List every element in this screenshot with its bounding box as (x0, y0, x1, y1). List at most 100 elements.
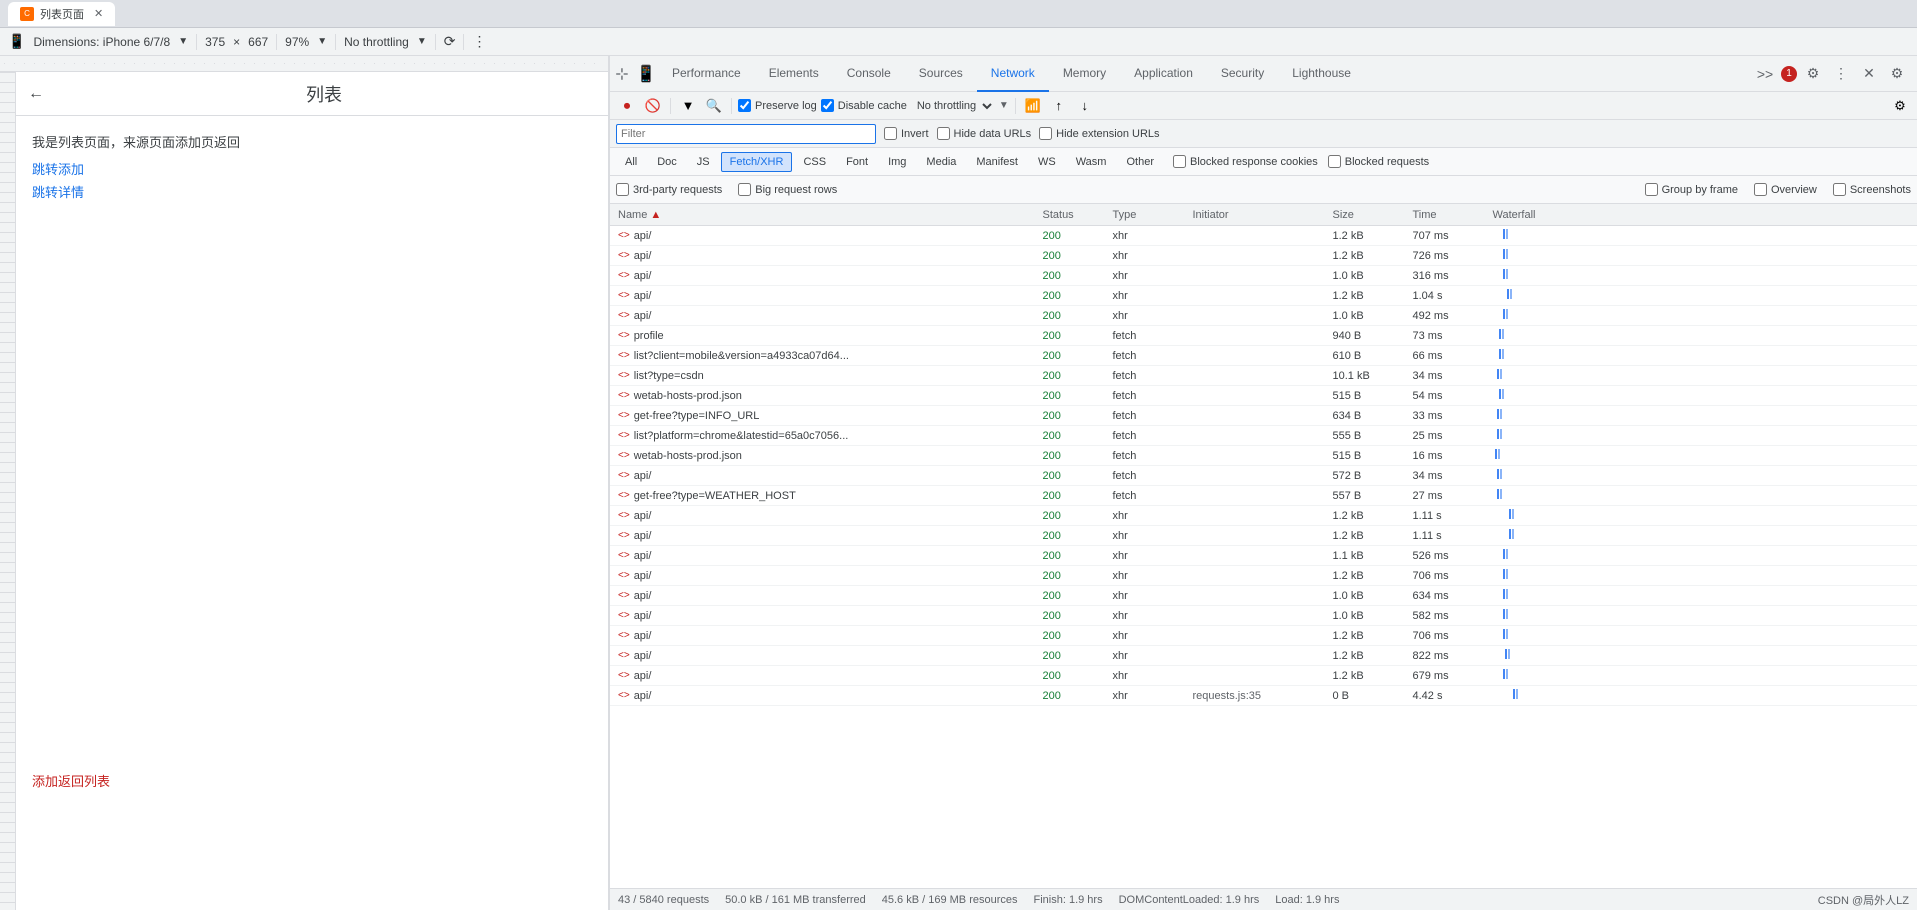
group-frame-checkbox[interactable]: Group by frame (1645, 183, 1738, 196)
header-status[interactable]: Status (1039, 209, 1109, 221)
table-row[interactable]: <> api/ 200 xhr 1.2 kB 707 ms (610, 226, 1917, 246)
table-row[interactable]: <> get-free?type=WEATHER_HOST 200 fetch … (610, 486, 1917, 506)
filter-input-wrap[interactable] (616, 124, 876, 144)
table-row[interactable]: <> api/ 200 xhr 1.0 kB 316 ms (610, 266, 1917, 286)
hide-ext-checkbox[interactable]: Hide extension URLs (1039, 127, 1159, 140)
throttle-dropdown[interactable]: No throttling Fast 3G Slow 3G (911, 99, 995, 113)
device-selector[interactable]: Dimensions: iPhone 6/7/8 (33, 35, 170, 49)
header-size[interactable]: Size (1329, 209, 1409, 221)
tab-performance[interactable]: Performance (658, 56, 755, 92)
table-row[interactable]: <> api/ 200 xhr 1.0 kB 582 ms (610, 606, 1917, 626)
filter-doc[interactable]: Doc (648, 152, 686, 172)
header-type[interactable]: Type (1109, 209, 1189, 221)
search-icon[interactable]: 🔍 (703, 95, 725, 117)
download-icon[interactable]: ↓ (1074, 95, 1096, 117)
table-row[interactable]: <> api/ 200 fetch 572 B 34 ms (610, 466, 1917, 486)
table-row[interactable]: <> api/ 200 xhr 1.1 kB 526 ms (610, 546, 1917, 566)
more-options-icon[interactable]: ⋮ (472, 33, 486, 50)
throttle-chevron-icon[interactable]: ▼ (417, 36, 427, 47)
overview-checkbox[interactable]: Overview (1754, 183, 1817, 196)
hide-data-checkbox[interactable]: Hide data URLs (937, 127, 1032, 140)
link-add[interactable]: 跳转添加 (32, 159, 592, 178)
third-party-input[interactable] (616, 183, 629, 196)
tab-memory[interactable]: Memory (1049, 56, 1120, 92)
filter-font[interactable]: Font (837, 152, 877, 172)
tab-security[interactable]: Security (1207, 56, 1278, 92)
header-name[interactable]: Name ▲ (614, 209, 1039, 221)
screenshots-checkbox[interactable]: Screenshots (1833, 183, 1911, 196)
upload-icon[interactable]: ↑ (1048, 95, 1070, 117)
table-row[interactable]: <> profile 200 fetch 940 B 73 ms (610, 326, 1917, 346)
header-initiator[interactable]: Initiator (1189, 209, 1329, 221)
tab-console[interactable]: Console (833, 56, 905, 92)
table-row[interactable]: <> api/ 200 xhr 1.2 kB 1.11 s (610, 506, 1917, 526)
link-detail[interactable]: 跳转详情 (32, 182, 592, 201)
third-party-checkbox[interactable]: 3rd-party requests (616, 183, 722, 196)
tab-application[interactable]: Application (1120, 56, 1207, 92)
table-row[interactable]: <> api/ 200 xhr 1.2 kB 706 ms (610, 566, 1917, 586)
browser-tab[interactable]: C 列表页面 ✕ (8, 2, 115, 26)
chevron-down-icon[interactable]: ▼ (178, 36, 188, 47)
table-row[interactable]: <> api/ 200 xhr 1.2 kB 706 ms (610, 626, 1917, 646)
wifi-icon[interactable]: 📶 (1022, 95, 1044, 117)
big-rows-input[interactable] (738, 183, 751, 196)
filter-all[interactable]: All (616, 152, 646, 172)
settings-icon[interactable]: ⚙ (1801, 62, 1825, 86)
filter-fetch-xhr[interactable]: Fetch/XHR (721, 152, 793, 172)
table-row[interactable]: <> wetab-hosts-prod.json 200 fetch 515 B… (610, 446, 1917, 466)
group-frame-input[interactable] (1645, 183, 1658, 196)
blocked-requests-input[interactable] (1328, 155, 1341, 168)
add-return-link[interactable]: 添加返回列表 (32, 771, 110, 790)
record-button[interactable]: ⏺ (616, 95, 638, 117)
disable-cache-input[interactable] (821, 99, 834, 112)
filter-ws[interactable]: WS (1029, 152, 1065, 172)
blocked-response-checkbox[interactable]: Blocked response cookies (1173, 155, 1318, 168)
filter-media[interactable]: Media (917, 152, 965, 172)
table-row[interactable]: <> list?type=csdn 200 fetch 10.1 kB 34 m… (610, 366, 1917, 386)
table-row[interactable]: <> api/ 200 xhr 1.0 kB 634 ms (610, 586, 1917, 606)
filter-other[interactable]: Other (1117, 152, 1163, 172)
inspect-icon[interactable]: ⊹ (610, 62, 634, 86)
throttle-selector[interactable]: No throttling (344, 35, 409, 49)
table-row[interactable]: <> api/ 200 xhr 1.2 kB 1.11 s (610, 526, 1917, 546)
table-row[interactable]: <> api/ 200 xhr 1.0 kB 492 ms (610, 306, 1917, 326)
zoom-chevron-icon[interactable]: ▼ (317, 36, 327, 47)
overview-input[interactable] (1754, 183, 1767, 196)
filter-wasm[interactable]: Wasm (1067, 152, 1116, 172)
hide-ext-input[interactable] (1039, 127, 1052, 140)
table-row[interactable]: <> list?client=mobile&version=a4933ca07d… (610, 346, 1917, 366)
back-button[interactable]: ← (28, 85, 44, 103)
tab-elements[interactable]: Elements (755, 56, 833, 92)
filter-css[interactable]: CSS (794, 152, 835, 172)
tab-network[interactable]: Network (977, 56, 1049, 92)
blocked-response-input[interactable] (1173, 155, 1186, 168)
chevron-right-icon[interactable]: >> (1753, 62, 1777, 86)
table-row[interactable]: <> api/ 200 xhr requests.js:35 0 B 4.42 … (610, 686, 1917, 706)
preserve-log-checkbox[interactable]: Preserve log (738, 99, 817, 112)
clear-button[interactable]: 🚫 (642, 95, 664, 117)
table-row[interactable]: <> api/ 200 xhr 1.2 kB 679 ms (610, 666, 1917, 686)
table-row[interactable]: <> api/ 200 xhr 1.2 kB 1.04 s (610, 286, 1917, 306)
header-time[interactable]: Time (1409, 209, 1489, 221)
filter-icon[interactable]: ▼ (677, 95, 699, 117)
filter-manifest[interactable]: Manifest (967, 152, 1027, 172)
tab-lighthouse[interactable]: Lighthouse (1278, 56, 1365, 92)
invert-checkbox[interactable]: Invert (884, 127, 929, 140)
table-row[interactable]: <> api/ 200 xhr 1.2 kB 822 ms (610, 646, 1917, 666)
header-waterfall[interactable]: Waterfall (1489, 209, 1914, 221)
filter-input[interactable] (621, 128, 871, 140)
hide-data-input[interactable] (937, 127, 950, 140)
table-row[interactable]: <> api/ 200 xhr 1.2 kB 726 ms (610, 246, 1917, 266)
rotate-icon[interactable]: ⟳ (444, 33, 456, 50)
screenshots-input[interactable] (1833, 183, 1846, 196)
devtools-settings-icon[interactable]: ⚙ (1885, 62, 1909, 86)
preserve-log-input[interactable] (738, 99, 751, 112)
filter-img[interactable]: Img (879, 152, 915, 172)
disable-cache-checkbox[interactable]: Disable cache (821, 99, 907, 112)
tab-close-icon[interactable]: ✕ (94, 7, 103, 20)
blocked-requests-checkbox[interactable]: Blocked requests (1328, 155, 1429, 168)
invert-input[interactable] (884, 127, 897, 140)
filter-js[interactable]: JS (688, 152, 719, 172)
table-row[interactable]: <> list?platform=chrome&latestid=65a0c70… (610, 426, 1917, 446)
zoom-selector[interactable]: 97% (285, 35, 309, 49)
